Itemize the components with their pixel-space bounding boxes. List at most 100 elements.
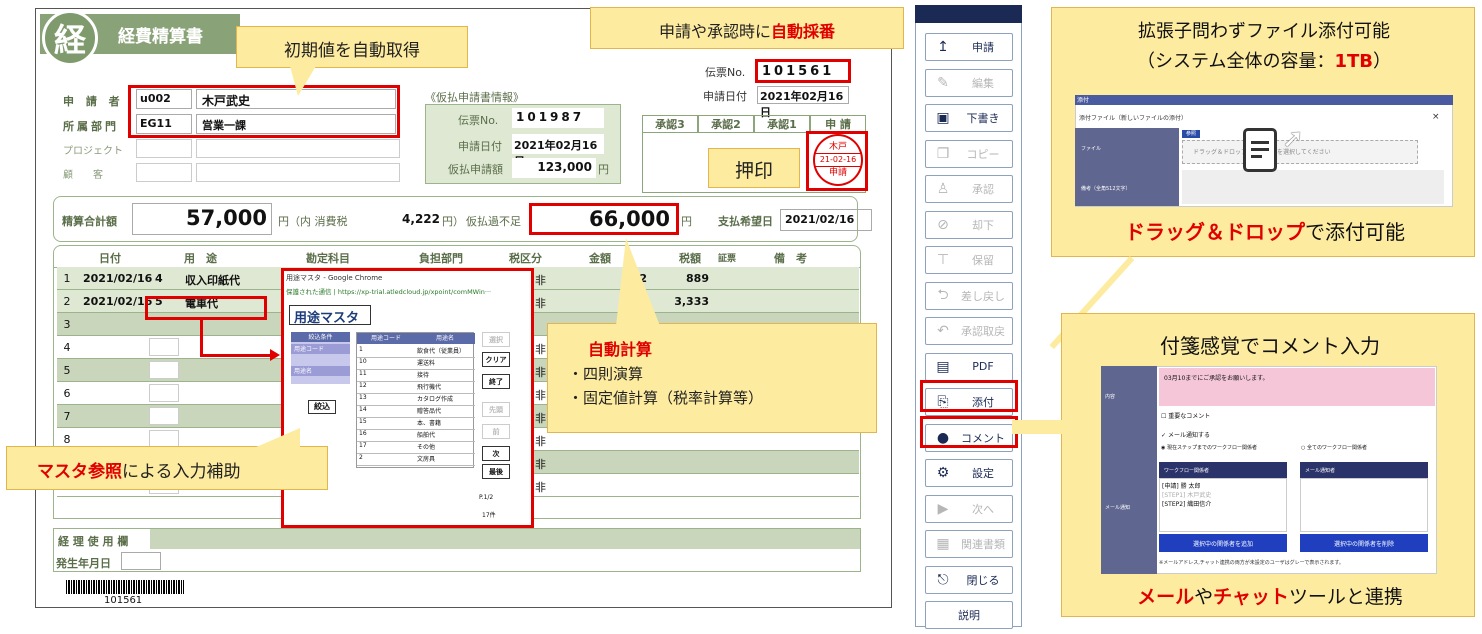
gear-icon: ⚙	[936, 465, 950, 481]
next-button[interactable]: ▶ 次へ	[925, 494, 1013, 523]
popup-button-5[interactable]: 次	[482, 446, 510, 461]
customer-code[interactable]	[136, 163, 192, 182]
callout-calc: 自動計算 ・四則演算 ・固定値計算（税率計算等）	[547, 323, 877, 433]
col-dept: 負担部門	[419, 252, 463, 265]
draft-button[interactable]: ▣ 下書き	[925, 104, 1013, 132]
row-use-code-input[interactable]	[149, 407, 179, 425]
opt1-radio[interactable]: ◉ 現在ステップまでのワークフロー関係者	[1161, 444, 1257, 451]
master-item-code[interactable]: 16	[357, 430, 415, 442]
popup-count: 17件	[482, 512, 496, 519]
person-2[interactable]: [STEP2] 織田信介	[1162, 499, 1284, 508]
popup-button-4[interactable]: 前	[482, 424, 510, 439]
help-button[interactable]: 説明	[925, 601, 1013, 629]
cond-name[interactable]: 用途名	[291, 366, 350, 376]
close-button[interactable]: ⎋ 閉じる	[925, 565, 1013, 594]
master-item-name[interactable]: 船舶代	[415, 430, 475, 442]
settings-button[interactable]: ⚙ 設定	[925, 459, 1013, 487]
popup-button-1[interactable]: クリア	[482, 352, 510, 367]
edit-label: 編集	[972, 76, 994, 90]
attach-highlight	[920, 380, 1018, 412]
attach-note-field[interactable]	[1182, 170, 1444, 204]
approve-button[interactable]: ♙ 承認	[925, 175, 1013, 203]
attach-tab[interactable]: 添付	[1077, 95, 1089, 104]
master-item-name[interactable]: カタログ作成	[415, 394, 475, 406]
important-checkbox[interactable]: ☐ 重要なコメント	[1161, 411, 1210, 420]
approval-col-1: 承認1	[754, 115, 810, 133]
master-item-code[interactable]: 11	[357, 370, 415, 382]
person-0[interactable]: [申請] 勝 太郎	[1162, 481, 1284, 490]
sendback-button[interactable]: ⮌ 差し戻し	[925, 281, 1013, 310]
master-item-code[interactable]: 15	[357, 418, 415, 430]
master-item-name[interactable]: 飲食代（従業員）	[415, 346, 475, 358]
denpyo-label: 伝票No.	[705, 66, 746, 79]
auto-number-text: 申請や承認時に	[658, 22, 771, 41]
master-item-code[interactable]: 2	[357, 454, 415, 466]
popup-button-6[interactable]: 最後	[482, 464, 510, 479]
project-name[interactable]	[196, 139, 400, 158]
apply-button[interactable]: ↥ 申請	[925, 33, 1013, 61]
pay-label: 支払希望日	[718, 215, 773, 228]
notify-list[interactable]	[1300, 478, 1428, 532]
important-label: 重要なコメント	[1168, 413, 1211, 420]
pdf-button[interactable]: ▤ PDF	[925, 352, 1013, 381]
project-code[interactable]	[136, 139, 192, 158]
comment-title: 付箋感覚でコメント入力	[1160, 334, 1380, 358]
row-use-code-input[interactable]	[149, 384, 179, 402]
add-person-button[interactable]: 選択中の関係者を追加	[1159, 534, 1287, 552]
customer-name[interactable]	[196, 163, 400, 182]
edit-button[interactable]: ✎ 編集	[925, 68, 1013, 97]
popup-button-3[interactable]: 先頭	[482, 402, 510, 417]
master-item-code[interactable]: 13	[357, 394, 415, 406]
retract-button[interactable]: ↶ 承認取戻	[925, 317, 1013, 345]
attach-sub-c: ）	[1373, 51, 1391, 72]
dnd-emph: ドラッグ＆ドロップ	[1125, 220, 1305, 244]
attach-ref-button[interactable]: 参照	[1182, 130, 1200, 138]
notify-checkbox[interactable]: ✓ メール通知する	[1161, 430, 1210, 439]
edit-icon: ✎	[937, 74, 949, 91]
attach-title: 拡張子問わずファイル添付可能	[1138, 21, 1390, 42]
copy-button[interactable]: ❐ コピー	[925, 139, 1013, 168]
master-item-name[interactable]: 接待	[415, 370, 475, 382]
barcode-no: 101561	[104, 595, 143, 606]
master-item-name[interactable]: 文房具	[415, 454, 475, 466]
master-emph: マスタ参照	[37, 462, 122, 482]
cond-code[interactable]: 用途コード	[291, 344, 350, 354]
master-item-name[interactable]: 本、書籍	[415, 418, 475, 430]
row-use-code-input[interactable]	[149, 361, 179, 379]
approve-label: 承認	[972, 183, 994, 196]
pay-date[interactable]: 2021/02/16	[780, 209, 872, 231]
person-1[interactable]: [STEP1] 木戸武史	[1162, 490, 1284, 499]
master-item-code[interactable]: 12	[357, 382, 415, 394]
master-item-name[interactable]: その他	[415, 442, 475, 454]
filter-button[interactable]: 絞込	[308, 400, 336, 414]
master-item-code[interactable]: 1	[357, 346, 415, 358]
row-use: 収入印紙代	[185, 274, 240, 287]
denpyo-no: 101561	[755, 59, 851, 83]
master-item-code[interactable]: 14	[357, 406, 415, 418]
row-number: 3	[63, 318, 71, 331]
related-button[interactable]: ▦ 関連書類	[925, 530, 1013, 558]
row-number: 2	[63, 295, 71, 308]
kb-yen: 円	[598, 163, 609, 176]
row-use-code-input[interactable]	[149, 338, 179, 356]
master-item-code[interactable]: 17	[357, 442, 415, 454]
master-item-code[interactable]: 10	[357, 358, 415, 370]
remove-person-button[interactable]: 選択中の関係者を削除	[1300, 534, 1428, 552]
master-item-name[interactable]: 運送料	[415, 358, 475, 370]
dept-label: 所属部門	[63, 120, 119, 133]
reject-button[interactable]: ⊘ 却下	[925, 210, 1013, 239]
col-account: 勘定科目	[306, 252, 350, 265]
comment-text-area[interactable]: 03月10までにご承認をお願いします。	[1159, 368, 1435, 406]
hassei-input[interactable]	[121, 552, 161, 570]
hold-button[interactable]: ⊤ 保留	[925, 246, 1013, 274]
col-amount: 金額	[589, 252, 611, 265]
popup-heading: 用途マスタ	[289, 305, 371, 326]
master-item-name[interactable]: 贈答品代	[415, 406, 475, 418]
master-item-name[interactable]: 飛行機代	[415, 382, 475, 394]
row-number: 7	[63, 410, 71, 423]
people-list[interactable]: [申請] 勝 太郎 [STEP1] 木戸武史 [STEP2] 織田信介	[1159, 478, 1287, 532]
popup-button-2[interactable]: 終了	[482, 374, 510, 389]
attach-close-icon[interactable]: ×	[1432, 112, 1440, 122]
opt2-radio[interactable]: ○ 全てのワークフロー関係者	[1301, 444, 1367, 451]
popup-button-0[interactable]: 選択	[482, 332, 510, 347]
